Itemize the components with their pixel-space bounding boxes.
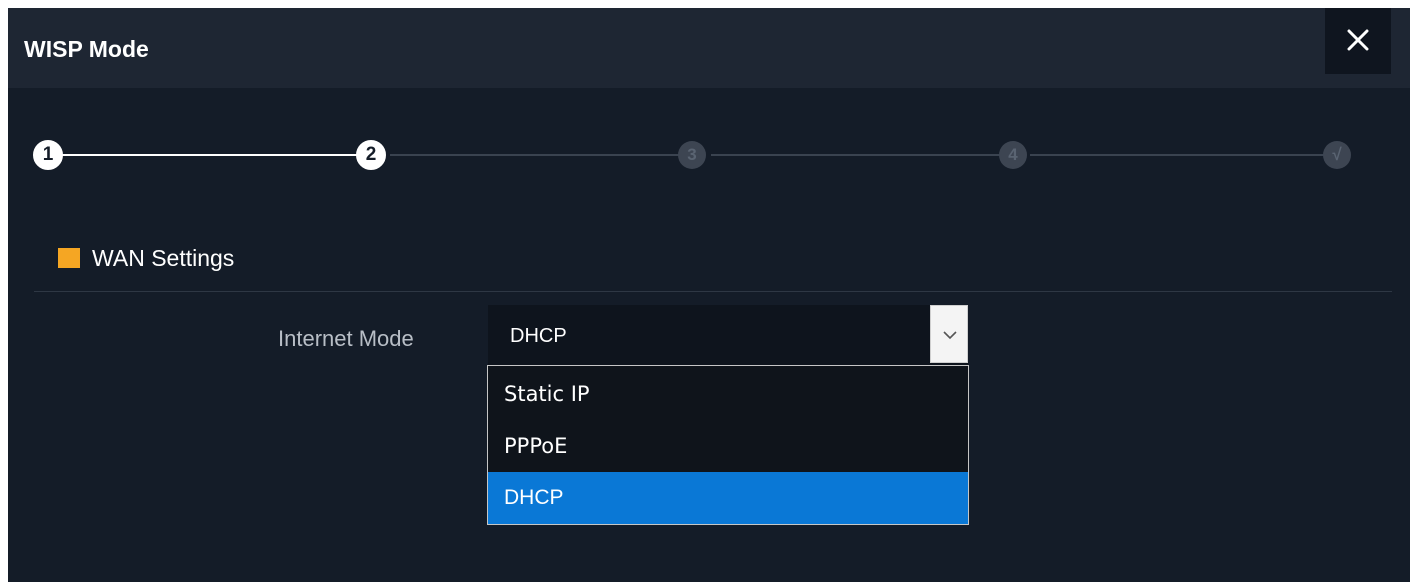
internet-mode-options: Static IP PPPoE DHCP [487,365,969,525]
step-2: 2 [356,140,386,170]
close-button[interactable] [1325,8,1391,74]
option-static-ip[interactable]: Static IP [488,368,968,420]
option-dhcp[interactable]: DHCP [488,472,968,524]
option-pppoe[interactable]: PPPoE [488,420,968,472]
section-divider [34,291,1392,292]
step-3: 3 [678,141,706,169]
step-connector-4-5 [1030,154,1326,156]
step-finish: √ [1323,141,1351,169]
wisp-mode-dialog: WISP Mode 1 2 3 4 √ WAN Settings Interne… [8,8,1410,582]
section-title: WAN Settings [92,245,235,271]
step-connector-3-4 [711,154,1007,156]
section-marker-icon [58,248,80,268]
progress-stepper: 1 2 3 4 √ [8,88,1410,208]
step-connector-1-2 [60,154,365,156]
internet-mode-label: Internet Mode [278,326,414,351]
close-icon [1347,29,1369,51]
internet-mode-select[interactable]: DHCP [488,305,968,365]
step-4: 4 [999,141,1027,169]
step-connector-2-3 [390,154,686,156]
dialog-titlebar: WISP Mode [8,8,1410,88]
step-1: 1 [33,140,63,170]
chevron-down-icon [943,331,957,340]
internet-mode-value: DHCP [510,325,567,347]
dialog-title: WISP Mode [24,36,149,62]
dropdown-toggle[interactable] [930,305,968,363]
